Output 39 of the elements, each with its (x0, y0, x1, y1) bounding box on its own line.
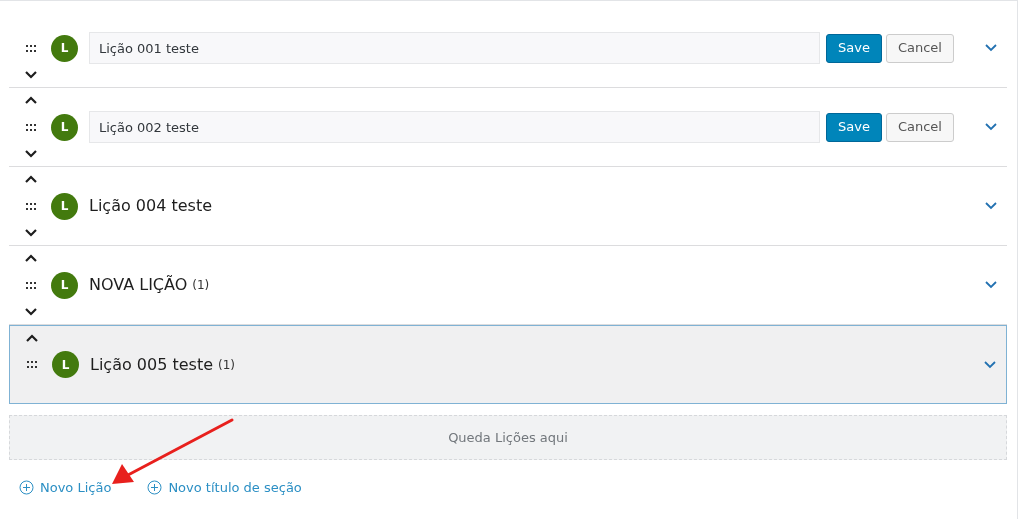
move-up-icon[interactable] (25, 254, 37, 262)
lesson-title: Lição 004 teste (89, 195, 213, 217)
drag-handle-icon[interactable] (26, 281, 36, 289)
move-down-icon[interactable] (25, 308, 37, 316)
move-up-icon[interactable] (25, 96, 37, 104)
avatar: L (51, 113, 78, 141)
move-down-icon[interactable] (25, 150, 37, 158)
drag-handle-icon[interactable] (26, 44, 36, 52)
plus-circle-icon (147, 480, 163, 496)
lesson-title: NOVA LIÇÃO (89, 274, 188, 296)
avatar: L (51, 34, 78, 62)
move-down-icon[interactable] (25, 229, 37, 237)
title-input[interactable]: Lição 001 teste (89, 32, 820, 64)
move-down-icon[interactable] (25, 71, 37, 79)
plus-circle-icon (19, 480, 34, 496)
drag-handle-icon[interactable] (27, 361, 37, 368)
add-link[interactable]: Novo Lição (19, 478, 112, 498)
drag-handle-icon[interactable] (26, 123, 36, 131)
add-link[interactable]: Novo título de seção (147, 478, 302, 498)
cancel-button[interactable]: Cancel (885, 112, 954, 142)
drop-zone: Queda Lições aqui (9, 415, 1007, 460)
move-up-icon[interactable] (25, 175, 37, 183)
expand-icon[interactable] (985, 44, 997, 52)
expand-icon[interactable] (985, 123, 997, 131)
drag-handle-icon[interactable] (26, 202, 36, 210)
title-input[interactable]: Lição 002 teste (89, 111, 820, 143)
save-button[interactable]: Save (826, 33, 882, 63)
avatar: L (51, 271, 78, 299)
move-up-icon[interactable] (26, 334, 38, 342)
avatar: L (52, 351, 79, 378)
expand-icon[interactable] (984, 360, 996, 369)
avatar: L (51, 192, 78, 220)
lesson-title: Lição 005 teste (90, 353, 214, 376)
save-button[interactable]: Save (826, 112, 882, 142)
lesson-count: (1) (192, 277, 210, 294)
expand-icon[interactable] (985, 281, 997, 289)
cancel-button[interactable]: Cancel (885, 33, 954, 63)
lesson-count: (1) (218, 356, 236, 374)
expand-icon[interactable] (985, 202, 997, 210)
